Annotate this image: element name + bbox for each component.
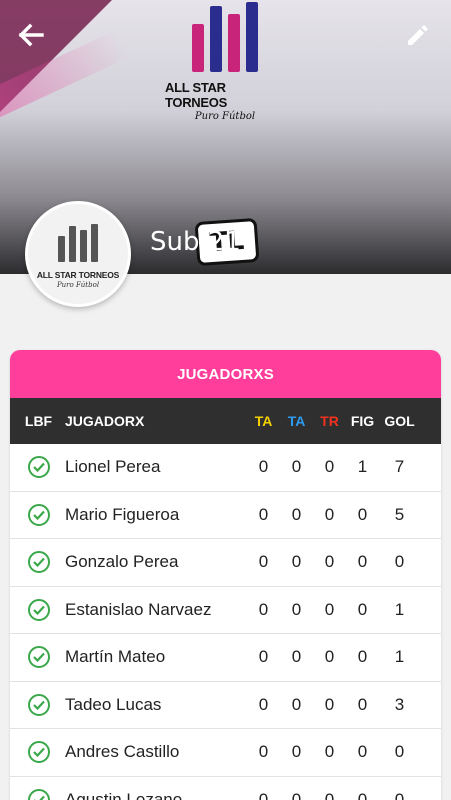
check-circle-icon bbox=[27, 598, 50, 621]
player-ta-yellow: 0 bbox=[258, 599, 269, 619]
lbf-cell bbox=[10, 551, 65, 574]
roster-card: JUGADORXS LBF JUGADORX TA TA TR FIG GOL … bbox=[10, 350, 441, 800]
player-name: Gonzalo Perea bbox=[65, 552, 179, 572]
player-ta-blue: 0 bbox=[291, 504, 302, 524]
check-circle-icon bbox=[27, 693, 50, 716]
player-fig: 0 bbox=[357, 789, 368, 800]
player-fig: 0 bbox=[357, 599, 368, 619]
player-ta-yellow: 0 bbox=[258, 552, 269, 572]
player-ta-yellow: 0 bbox=[258, 789, 269, 800]
player-gol: 1 bbox=[394, 647, 405, 667]
player-tr: 0 bbox=[324, 789, 335, 800]
player-tr: 0 bbox=[324, 552, 335, 572]
player-name: Martín Mateo bbox=[65, 647, 166, 667]
team-avatar: ALL STAR TORNEOS Puro Fútbol bbox=[25, 201, 131, 307]
roster-column-header: LBF JUGADORX TA TA TR FIG GOL bbox=[10, 398, 441, 444]
player-fig: 0 bbox=[357, 504, 368, 524]
avatar-logo-bars bbox=[58, 223, 98, 262]
col-ta-yellow: TA bbox=[254, 413, 273, 429]
player-ta-blue: 0 bbox=[291, 742, 302, 762]
arrow-left-icon bbox=[18, 23, 44, 47]
pencil-icon bbox=[408, 25, 428, 45]
lbf-cell bbox=[10, 646, 65, 669]
col-lbf: LBF bbox=[24, 413, 53, 429]
player-tr: 0 bbox=[324, 599, 335, 619]
player-name: Agustin Lozano bbox=[65, 789, 183, 800]
check-circle-icon bbox=[27, 503, 50, 526]
logo-subtitle: Puro Fútbol bbox=[194, 111, 256, 122]
player-ta-yellow: 0 bbox=[258, 694, 269, 714]
player-ta-blue: 0 bbox=[291, 599, 302, 619]
lbf-cell bbox=[10, 788, 65, 800]
player-row[interactable]: Gonzalo Perea 0 0 0 0 0 bbox=[10, 539, 441, 587]
avatar-logo-title: ALL STAR TORNEOS bbox=[36, 269, 120, 280]
check-circle-icon bbox=[27, 741, 50, 764]
player-tr: 0 bbox=[324, 457, 335, 477]
player-name: Estanislao Narvaez bbox=[65, 599, 212, 619]
player-fig: 1 bbox=[357, 457, 368, 477]
edit-button[interactable] bbox=[401, 18, 435, 52]
player-ta-blue: 0 bbox=[291, 552, 302, 572]
player-gol: 0 bbox=[394, 789, 405, 800]
player-row[interactable]: Lionel Perea 0 0 0 1 7 bbox=[10, 444, 441, 492]
player-gol: 0 bbox=[394, 742, 405, 762]
player-row[interactable]: Andres Castillo 0 0 0 0 0 bbox=[10, 729, 441, 777]
col-tr: TR bbox=[320, 413, 339, 429]
check-circle-icon bbox=[27, 456, 50, 479]
player-ta-yellow: 0 bbox=[258, 457, 269, 477]
check-circle-icon bbox=[27, 788, 50, 800]
player-ta-blue: 0 bbox=[291, 789, 302, 800]
player-fig: 0 bbox=[357, 742, 368, 762]
player-fig: 0 bbox=[357, 552, 368, 572]
logo-title: ALL STAR TORNEOS bbox=[165, 80, 227, 110]
lbf-cell bbox=[10, 503, 65, 526]
player-ta-yellow: 0 bbox=[258, 647, 269, 667]
lbf-cell bbox=[10, 598, 65, 621]
player-ta-blue: 0 bbox=[291, 647, 302, 667]
player-name: Andres Castillo bbox=[65, 742, 180, 762]
team-name: Sub 21 bbox=[150, 227, 241, 257]
avatar-logo-subtitle: Puro Fútbol bbox=[56, 280, 100, 289]
roster-title: JUGADORXS bbox=[10, 350, 441, 398]
player-name: Mario Figueroa bbox=[65, 504, 180, 524]
player-row[interactable]: Tadeo Lucas 0 0 0 0 3 bbox=[10, 682, 441, 729]
back-button[interactable] bbox=[14, 18, 48, 52]
player-gol: 5 bbox=[394, 504, 405, 524]
col-fig: FIG bbox=[350, 413, 375, 429]
lbf-cell bbox=[10, 456, 65, 479]
player-gol: 3 bbox=[394, 694, 405, 714]
roster-rows: Lionel Perea 0 0 0 1 7 Mario Figueroa 0 … bbox=[10, 444, 441, 800]
player-tr: 0 bbox=[324, 647, 335, 667]
player-tr: 0 bbox=[324, 742, 335, 762]
tournament-logo: ALL STAR TORNEOS Puro Fútbol bbox=[165, 0, 285, 122]
player-ta-blue: 0 bbox=[291, 694, 302, 714]
player-ta-yellow: 0 bbox=[258, 504, 269, 524]
player-name: Lionel Perea bbox=[65, 457, 161, 477]
player-row[interactable]: Agustin Lozano 0 0 0 0 0 bbox=[10, 777, 441, 800]
player-row[interactable]: Mario Figueroa 0 0 0 0 5 bbox=[10, 492, 441, 539]
player-tr: 0 bbox=[324, 504, 335, 524]
player-row[interactable]: Estanislao Narvaez 0 0 0 0 1 bbox=[10, 587, 441, 634]
player-gol: 7 bbox=[394, 457, 405, 477]
player-fig: 0 bbox=[357, 647, 368, 667]
player-name: Tadeo Lucas bbox=[65, 694, 162, 714]
col-gol: GOL bbox=[384, 413, 415, 429]
player-row[interactable]: Martín Mateo 0 0 0 0 1 bbox=[10, 634, 441, 682]
player-gol: 0 bbox=[394, 552, 405, 572]
player-tr: 0 bbox=[324, 694, 335, 714]
check-circle-icon bbox=[27, 551, 50, 574]
lbf-cell bbox=[10, 693, 65, 716]
col-ta-blue: TA bbox=[287, 413, 306, 429]
player-gol: 1 bbox=[394, 599, 405, 619]
logo-bars bbox=[192, 2, 258, 72]
col-player: JUGADORX bbox=[65, 413, 145, 429]
player-fig: 0 bbox=[357, 694, 368, 714]
check-circle-icon bbox=[27, 646, 50, 669]
lbf-cell bbox=[10, 741, 65, 764]
player-ta-blue: 0 bbox=[291, 457, 302, 477]
player-ta-yellow: 0 bbox=[258, 742, 269, 762]
